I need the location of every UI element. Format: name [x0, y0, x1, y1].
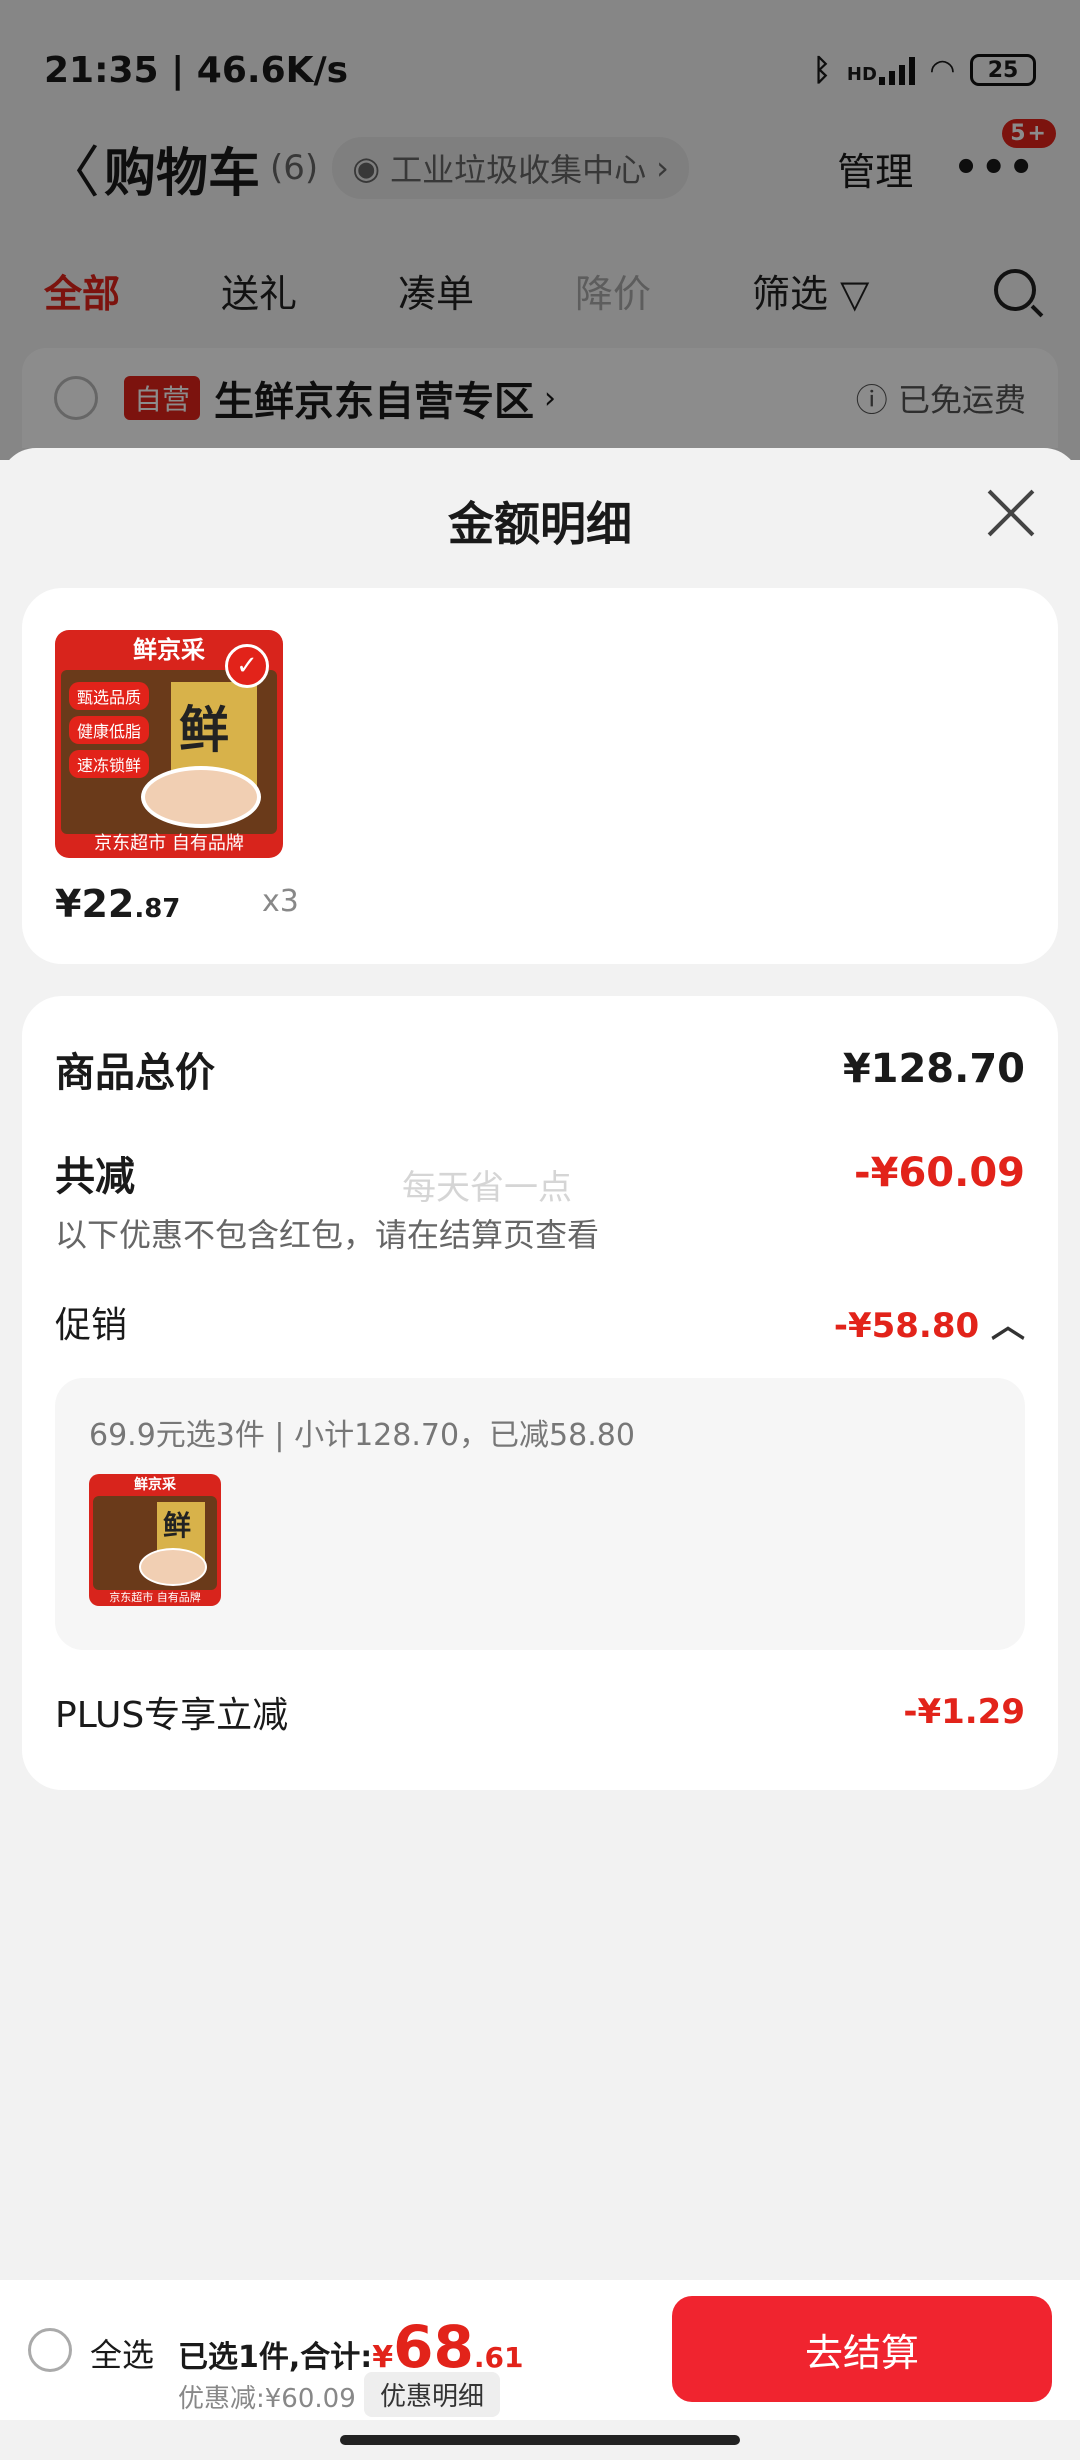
chicken-breast	[141, 766, 261, 828]
chicken-breast	[139, 1548, 207, 1586]
plus-label: PLUS专享立减	[55, 1695, 289, 1736]
package-char: 鲜	[163, 1509, 192, 1542]
watermark: 每天省一点	[402, 1168, 572, 1208]
home-indicator[interactable]	[340, 2435, 740, 2445]
chevron-up-icon: ︿	[991, 1305, 1025, 1346]
feature-tag: 速冻锁鲜	[69, 750, 150, 778]
sheet-title: 金额明细	[448, 497, 632, 551]
total-row: 商品总价 ¥128.70	[55, 1040, 1025, 1098]
package-char: 鲜	[179, 701, 229, 759]
promo-product-image[interactable]: 鲜京采 鲜 京东超市 自有品牌	[89, 1474, 221, 1606]
promo-value: -¥58.80 ︿	[833, 1305, 1025, 1346]
reduce-value: -¥60.09	[854, 1150, 1025, 1196]
checkout-bar: 全选 已选1件,合计: ¥68.61 优惠减:¥60.09 优惠明细 去结算	[0, 2280, 1080, 2420]
coupon-note: 以下优惠不包含红包，请在结算页查看	[55, 1216, 600, 1254]
product-photo: 鲜 甄选品质 健康低脂 速冻锁鲜	[61, 670, 277, 834]
discount-text: 优惠减:¥60.09	[178, 2384, 356, 2414]
price-summary-card: 商品总价 ¥128.70 共减 -¥60.09 每天省一点 以下优惠不包含红包，…	[22, 996, 1058, 1790]
checkmark-icon: ✓	[225, 644, 269, 688]
amount-detail-sheet: 金额明细 鲜京采 鲜 甄选品质 健康低脂 速冻锁鲜 京东超市 自有品牌 ✓ ¥2…	[0, 448, 1080, 2280]
total-value: ¥128.70	[842, 1046, 1025, 1092]
brand-footer: 京东超市 自有品牌	[94, 833, 244, 854]
product-price: ¥22.87	[55, 882, 181, 926]
brand-footer: 京东超市 自有品牌	[109, 1591, 201, 1604]
plus-row: PLUS专享立减 -¥1.29	[55, 1686, 1025, 1738]
feature-tags: 甄选品质 健康低脂 速冻锁鲜	[69, 682, 150, 778]
selected-summary: 已选1件,合计: ¥68.61	[178, 2318, 523, 2376]
product-photo: 鲜	[93, 1496, 217, 1590]
select-all-label[interactable]: 全选	[90, 2330, 154, 2376]
feature-tag: 健康低脂	[69, 716, 150, 744]
close-icon[interactable]	[986, 488, 1036, 538]
feature-tag: 甄选品质	[69, 682, 150, 710]
total-amount: ¥68.61	[372, 2313, 524, 2381]
select-all-radio[interactable]	[28, 2328, 72, 2372]
total-label: 商品总价	[55, 1050, 215, 1096]
product-quantity: x3	[262, 884, 299, 919]
promo-detail-text: 69.9元选3件 | 小计128.70，已减58.80	[89, 1418, 635, 1453]
brand-label: 鲜京采	[134, 1477, 176, 1493]
checkout-button[interactable]: 去结算	[672, 2296, 1052, 2402]
discount-detail-button[interactable]: 优惠明细	[364, 2372, 501, 2417]
promo-row[interactable]: 促销 -¥58.80 ︿	[55, 1296, 1025, 1348]
reduce-label: 共减	[55, 1154, 135, 1200]
promo-detail-box: 69.9元选3件 | 小计128.70，已减58.80 鲜京采 鲜 京东超市 自…	[55, 1378, 1025, 1650]
product-image[interactable]: 鲜京采 鲜 甄选品质 健康低脂 速冻锁鲜 京东超市 自有品牌 ✓	[55, 630, 283, 858]
promo-label: 促销	[55, 1305, 128, 1346]
product-card: 鲜京采 鲜 甄选品质 健康低脂 速冻锁鲜 京东超市 自有品牌 ✓ ¥22.87 …	[22, 588, 1058, 964]
modal-overlay[interactable]	[0, 0, 1080, 460]
selected-label: 已选1件,合计:	[178, 2340, 373, 2375]
plus-value: -¥1.29	[903, 1692, 1025, 1732]
